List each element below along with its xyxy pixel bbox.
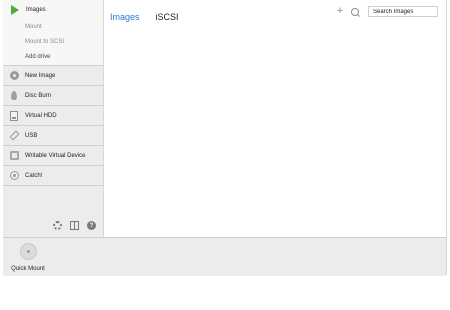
sidebar-item-label: Writable Virtual Device: [25, 152, 86, 159]
sidebar-item-usb[interactable]: USB: [3, 126, 103, 146]
sidebar-item-catch[interactable]: Catch!: [3, 166, 103, 186]
sidebar-item-label: Disc Burn: [25, 92, 52, 99]
sidebar: Images Mount Mount to SCSI Add drive New…: [3, 0, 104, 237]
tab-iscsi[interactable]: iSCSI: [156, 12, 179, 22]
sidebar-subitem-mount[interactable]: Mount: [3, 20, 103, 35]
disc-icon: [9, 71, 19, 81]
main-toolbar: +: [335, 6, 438, 17]
flame-icon: [9, 91, 19, 101]
images-group: Images Mount Mount to SCSI Add drive: [3, 0, 103, 66]
sidebar-item-label: USB: [25, 132, 38, 139]
disc-icon: [19, 243, 37, 260]
footer-bar: Quick Mount: [3, 237, 446, 276]
add-icon[interactable]: +: [335, 6, 345, 17]
app-window: Images Mount Mount to SCSI Add drive New…: [3, 0, 447, 276]
search-icon[interactable]: [351, 7, 359, 16]
sidebar-item-new-image[interactable]: New Image: [3, 66, 103, 86]
sidebar-item-images[interactable]: Images: [3, 0, 103, 20]
sidebar-item-writable-virtual-device[interactable]: Writable Virtual Device: [3, 146, 103, 166]
catch-icon: [9, 171, 19, 181]
main-tabs: Images iSCSI: [110, 12, 179, 22]
quick-mount-label: Quick Mount: [11, 266, 45, 272]
tab-images[interactable]: Images: [110, 12, 140, 22]
sidebar-subitem-add-drive[interactable]: Add drive: [3, 50, 103, 65]
sidebar-item-virtual-hdd[interactable]: Virtual HDD: [3, 106, 103, 126]
gear-icon[interactable]: [53, 221, 62, 230]
sidebar-item-label: Catch!: [25, 172, 43, 179]
sidebar-item-label: Virtual HDD: [25, 112, 57, 119]
sidebar-item-disc-burn[interactable]: Disc Burn: [3, 86, 103, 106]
help-icon[interactable]: ?: [87, 221, 96, 230]
play-icon: [11, 5, 19, 15]
quick-mount-button[interactable]: Quick Mount: [11, 243, 45, 272]
sidebar-subitem-mount-to-scsi[interactable]: Mount to SCSI: [3, 35, 103, 50]
search-input[interactable]: [368, 6, 438, 17]
sidebar-item-label: New Image: [25, 72, 56, 79]
sidebar-item-label: Images: [26, 7, 46, 13]
panel-icon[interactable]: [70, 221, 79, 230]
writable-device-icon: [9, 151, 19, 161]
hdd-icon: [9, 110, 19, 121]
sidebar-bottom-icons: ?: [53, 221, 96, 230]
usb-icon: [9, 130, 19, 141]
